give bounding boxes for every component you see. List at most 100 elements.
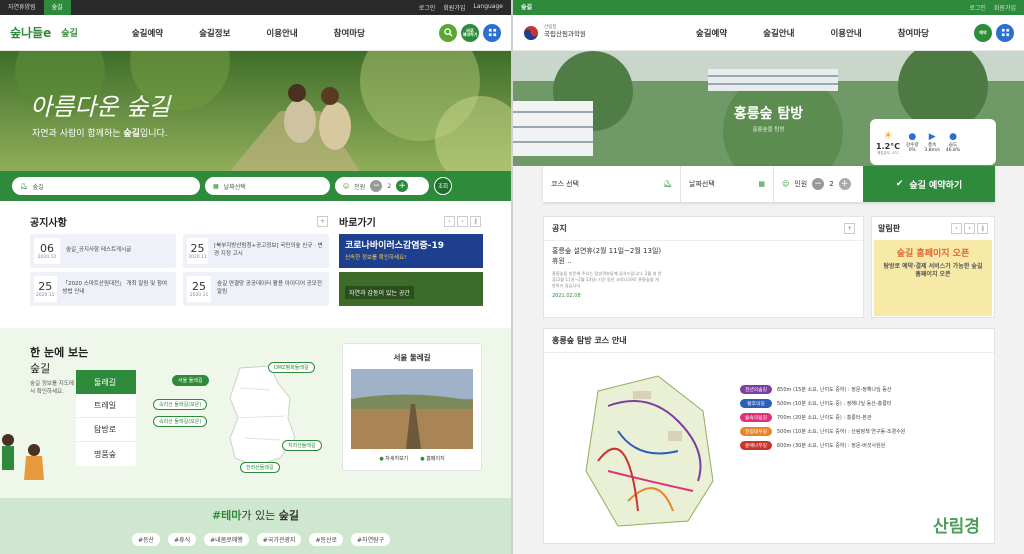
hero-title: 아름다운 숲길 (30, 93, 171, 121)
increase-button[interactable]: + (396, 180, 409, 192)
login-link[interactable]: 로그인 (969, 3, 986, 12)
signup-link[interactable]: 회원가입 (994, 3, 1016, 12)
search-button[interactable] (439, 23, 457, 42)
date-select[interactable]: ▦ 날짜선택 (205, 177, 330, 195)
notice-item[interactable]: 25 2020.11 숲길 연결망 공공데이터 활용 아이디어 공모전 알림 (183, 272, 329, 306)
board-pause-button[interactable]: ∥ (977, 223, 988, 234)
view-icon: ● (379, 456, 384, 462)
menu-item-reservation[interactable]: 숲길예약 (132, 27, 163, 39)
date-select[interactable]: 날짜선택 ▦ (681, 166, 774, 202)
menu-item-participate[interactable]: 참여마당 (334, 27, 365, 39)
map-section-desc: 숲길 정보를 지도에서 확인하세요. (30, 381, 74, 396)
section-label[interactable]: 숲길 (513, 0, 540, 15)
theme-tag[interactable]: #자연탐구 (351, 533, 391, 546)
shortcut-prev-button[interactable]: ‹ (444, 216, 455, 227)
theme-tag[interactable]: #국가관광지 (256, 533, 302, 546)
map-label-jirisan[interactable]: 지리산둘레길 (282, 440, 322, 451)
theme-tag-list: #등산 #휴식 #내몸로애행 #국가관광지 #등산로 #자연탐구 (132, 533, 391, 546)
reserve-button[interactable]: ✔ 숲길 예약하기 (863, 166, 995, 202)
covid-banner[interactable]: 코로나바이러스감염증-19 신속한 정보를 확인하세요! (339, 234, 483, 268)
board-title: 알림판 (878, 224, 901, 233)
boot-icon: ⛸ (663, 180, 672, 188)
theme-tag[interactable]: #휴식 (168, 533, 197, 546)
map-label-seoul[interactable]: 서울 둘레길 (172, 375, 209, 386)
quick-reserve-button[interactable]: 예약 (974, 23, 992, 42)
map-label-hallasan[interactable]: 한라산둘레길 (240, 462, 280, 473)
hero-subtitle: 자연과 사람이 함께하는 숲길입니다. (32, 129, 168, 139)
route-item[interactable]: 숲속의쉼길 700m (20분 소요, 난이도 중) : 홍릉터-본관 (740, 413, 905, 422)
tab-forest-resort[interactable]: 자연휴양림 (0, 0, 44, 15)
board-prev-button[interactable]: ‹ (951, 223, 962, 234)
category-trail-loop[interactable]: 둘레길 (76, 370, 136, 394)
detail-view-button[interactable]: ● 자세히보기 (379, 455, 408, 462)
right-site-panel: 숲길 로그인 회원가입 산림청 국립산림과학원 숲길예약 숲길안내 이용안내 참… (513, 0, 1024, 554)
institute-logo[interactable]: 산림청 국립산림과학원 (523, 25, 586, 41)
category-hiking-path[interactable]: 탐방로 (76, 418, 136, 442)
notice-item[interactable]: 25 2020.11 「2020 스마트산림대전」 개최 알림 및 참여방법 안내 (30, 272, 176, 306)
notice-more-button[interactable]: + (844, 223, 855, 234)
theme-tag[interactable]: #등산로 (309, 533, 344, 546)
people-stepper: ☺ 인원 − 2 + (774, 166, 863, 202)
category-trail[interactable]: 트레일 (76, 394, 136, 418)
course-guide-card: 홍릉숲 탐방 코스 안내 천년의숲길 650m (15분 소요, 난이도 중하) … (543, 328, 995, 544)
trail-detail-card: 서울 둘레길 ● 자세히보기 ● 홈페이지 (342, 343, 482, 471)
map-label-dmz[interactable]: DMZ평화둘레길 (268, 362, 315, 373)
calendar-icon: ▦ (758, 180, 765, 188)
grid-icon (488, 28, 496, 37)
menu-item-participate[interactable]: 참여마당 (898, 27, 929, 39)
signup-link[interactable]: 회원가입 (443, 3, 465, 12)
shortcut-pause-button[interactable]: ∥ (470, 216, 481, 227)
decrease-button[interactable]: − (812, 178, 825, 190)
notice-more-button[interactable]: + (317, 216, 328, 227)
route-item[interactable]: 문배나무길 600m (30분 소요, 난이도 중하) : 정문-버섯사원원 (740, 441, 905, 450)
menu-item-info[interactable]: 숲길정보 (199, 27, 230, 39)
tab-forest-trail[interactable]: 숲길 (43, 0, 71, 15)
notice-title: 공지사항 (30, 218, 67, 229)
grid-menu-button[interactable] (483, 23, 501, 42)
sun-icon: ☀ (883, 128, 893, 142)
homepage-button[interactable]: ● 홈페이지 (420, 455, 444, 462)
notice-item[interactable]: 25 2020.11 [북부지방산림청+공고정보] 국민의숲 신규 · 변경 지정… (183, 234, 329, 268)
search-submit-button[interactable]: 조회 (434, 177, 452, 195)
calendar-icon: ▦ (213, 182, 219, 190)
route-item[interactable]: 전정대우길 500m (10분 소요, 난이도 중하) : 산림정책 연구동-조경… (740, 427, 905, 436)
board-card: 알림판 ‹ › ∥ 숲길 홈페이지 오픈 탐방로 예약·결제 서비스가 가능한 … (871, 216, 995, 318)
notice-item[interactable]: 06 2020.12 숲길_공지사항 테스트게시글 (30, 234, 176, 268)
main-nav: 산림청 국립산림과학원 숲길예약 숲길안내 이용안내 참여마당 예약 (513, 15, 1024, 51)
forest-select[interactable]: ⛸ 숲길 (12, 177, 200, 195)
menu-item-trail-guide[interactable]: 숲길안내 (763, 27, 794, 39)
korea-map (229, 365, 296, 467)
menu-item-reservation[interactable]: 숲길예약 (696, 27, 727, 39)
increase-button[interactable]: + (838, 178, 851, 190)
top-utility-bar: 숲길 로그인 회원가입 (513, 0, 1024, 15)
logo-brand: 숲나들e (10, 26, 52, 40)
route-item[interactable]: 천년의숲길 650m (15분 소요, 난이도 중하) : 정문-정해나잎 동산 (740, 385, 905, 394)
theme-tag[interactable]: #내몸로애행 (204, 533, 249, 546)
search-icon (443, 28, 453, 37)
notice-item[interactable]: 홍릉숲 설연휴(2월 11일~2월 13일) 휴원 .. 홍릉숲을 방문해 주시… (544, 241, 863, 305)
quick-reserve-button[interactable]: 바로 예약하기 (461, 23, 479, 42)
language-select[interactable]: Language (473, 3, 503, 12)
map-label-songnisan-2[interactable]: 속리산 둘레길(보은) (153, 416, 208, 427)
board-banner[interactable]: 숲길 홈페이지 오픈 탐방로 예약·결제 서비스가 가능한 숲길 홈페이지 오픈 (874, 240, 992, 316)
trail-photo (351, 369, 473, 449)
nature-banner[interactable]: 자연과 감동이 있는 공간 (339, 272, 483, 306)
theme-tag[interactable]: #등산 (132, 533, 161, 546)
grid-menu-button[interactable] (996, 23, 1014, 42)
site-logo[interactable]: 숲나들e 숲길 (10, 24, 78, 41)
board-next-button[interactable]: › (964, 223, 975, 234)
decrease-button[interactable]: − (370, 180, 383, 192)
category-famous-forest[interactable]: 명품숲 (76, 442, 136, 466)
map-label-songnisan-1[interactable]: 속리산 둘레길(보은) (153, 399, 208, 410)
route-item[interactable]: 활후의길 500m (10분 소요, 난이도 중) : 정해나잎 동산-홍릉터 (740, 399, 905, 408)
menu-item-guide[interactable]: 이용안내 (830, 27, 861, 39)
shortcut-next-button[interactable]: › (457, 216, 468, 227)
main-nav: 숲나들e 숲길 숲길예약 숲길정보 이용안내 참여마당 바로 예약하기 (0, 15, 511, 51)
left-site-panel: 자연휴양림 숲길 로그인 회원가입 Language 숲나들e 숲길 숲길예약 … (0, 0, 511, 554)
wind-icon: ▶ (928, 131, 936, 142)
logo-section: 숲길 (61, 29, 78, 39)
shortcut-title: 바로가기 (339, 218, 376, 229)
course-select[interactable]: 코스 선택 ⛸ (543, 166, 681, 202)
login-link[interactable]: 로그인 (419, 3, 436, 12)
menu-item-guide[interactable]: 이용안내 (266, 27, 297, 39)
